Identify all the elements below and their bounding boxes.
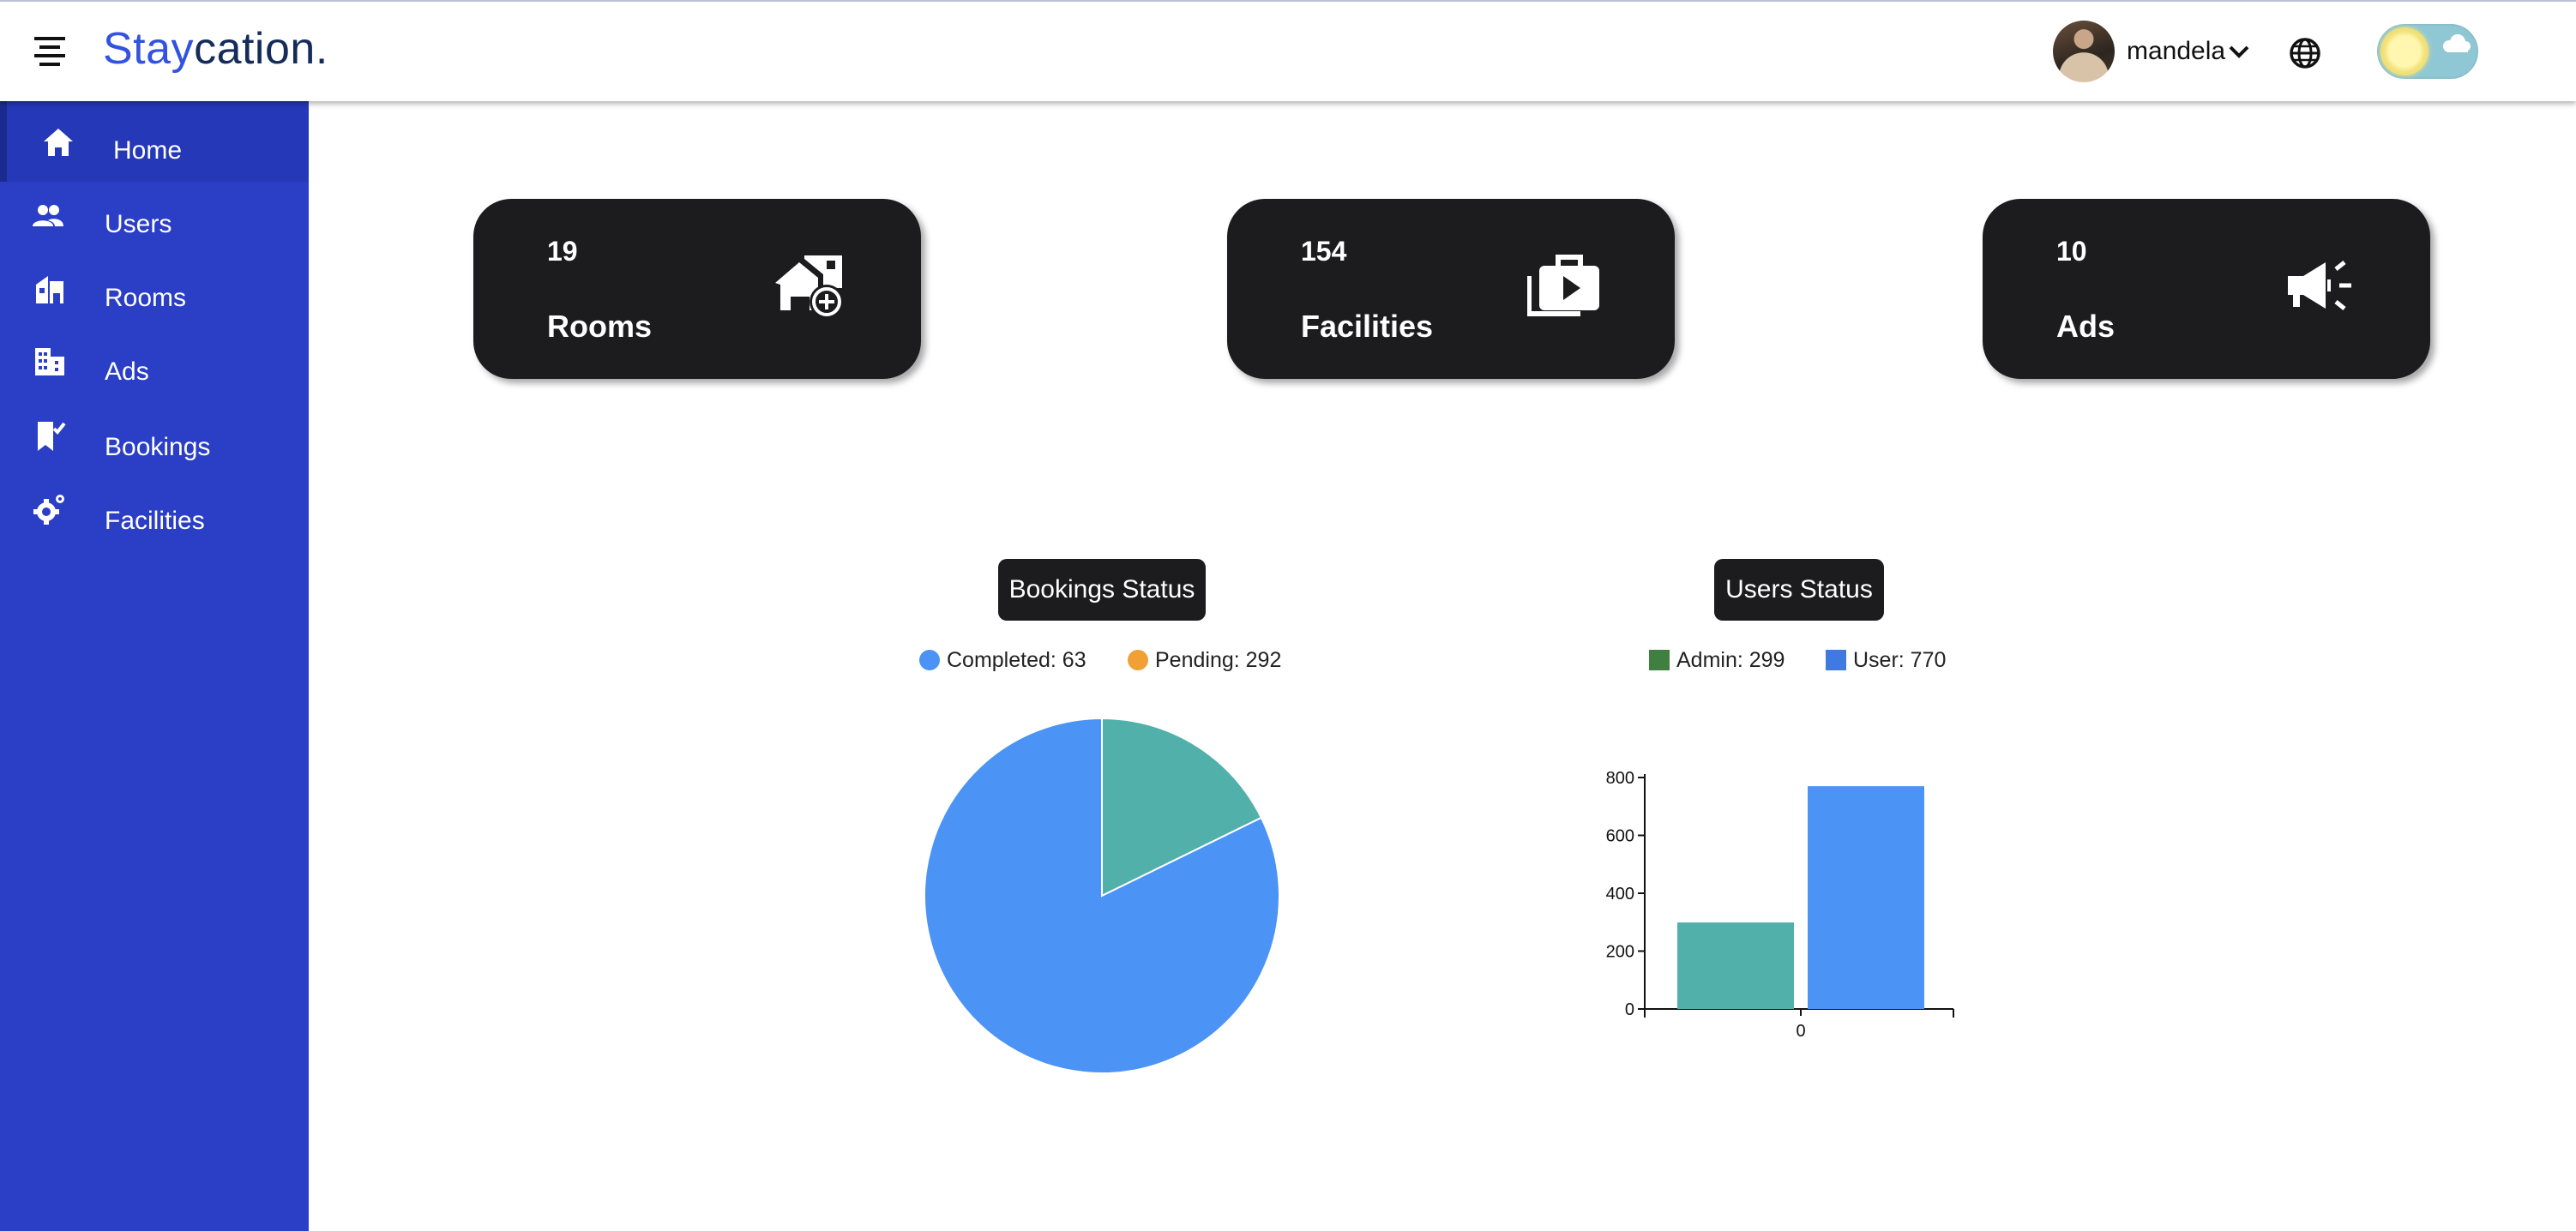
facilities-icon	[33, 495, 64, 525]
stat-card-rooms[interactable]: 19 Rooms	[473, 199, 921, 379]
users-status-title: Users Status	[1714, 559, 1884, 621]
stat-value: 154	[1301, 236, 1347, 267]
sidebar-item-label: Facilities	[105, 507, 205, 535]
bookings-pie-chart	[924, 717, 1280, 1074]
theme-toggle[interactable]	[2377, 24, 2478, 79]
sidebar: Home Users Rooms Ads Bookings Facilities	[0, 99, 309, 1231]
sidebar-item-home[interactable]: Home	[0, 99, 309, 182]
sidebar-item-facilities[interactable]: Facilities	[0, 477, 309, 559]
users-bar-chart: 0 200 400 600 800 0	[1606, 769, 1954, 1041]
bookings-status-title: Bookings Status	[998, 559, 1206, 621]
legend-completed[interactable]: Completed: 63	[919, 646, 1086, 674]
avatar[interactable]	[2053, 21, 2115, 82]
globe-icon[interactable]	[2288, 36, 2322, 70]
sidebar-item-label: Ads	[105, 357, 149, 386]
x-tick-label: 0	[1796, 1022, 1805, 1041]
cloud-icon	[2443, 34, 2471, 52]
legend-swatch	[1128, 650, 1148, 670]
legend-label: Pending: 292	[1155, 648, 1282, 672]
home-icon	[44, 129, 73, 156]
legend-swatch	[1649, 650, 1670, 670]
y-tick-label: 200	[1606, 943, 1634, 962]
legend-admin[interactable]: Admin: 299	[1649, 646, 1785, 674]
sidebar-item-label: Rooms	[105, 284, 187, 312]
sidebar-item-label: Bookings	[105, 433, 211, 461]
stat-value: 19	[547, 236, 578, 267]
brand-part1: Stay	[103, 24, 195, 74]
legend-label: User: 770	[1853, 648, 1947, 672]
y-tick-label: 800	[1606, 769, 1634, 788]
chevron-down-icon[interactable]	[2227, 41, 2251, 62]
legend-label: Admin: 299	[1676, 648, 1785, 672]
stat-label: Rooms	[547, 309, 653, 344]
y-tick-label: 400	[1606, 885, 1634, 904]
sidebar-item-rooms[interactable]: Rooms	[0, 255, 309, 338]
megaphone-icon	[2288, 261, 2351, 310]
sidebar-item-users[interactable]: Users	[0, 182, 309, 264]
username[interactable]: mandela	[2127, 34, 2225, 69]
y-tick-label: 600	[1606, 827, 1634, 846]
stat-value: 10	[2056, 236, 2087, 267]
house-add-icon	[775, 255, 844, 319]
sidebar-item-bookings[interactable]: Bookings	[0, 403, 309, 485]
legend-label: Completed: 63	[947, 648, 1086, 672]
y-tick-label: 0	[1625, 1000, 1634, 1019]
ads-icon	[35, 348, 64, 375]
stat-label: Ads	[2056, 309, 2116, 344]
legend-pending[interactable]: Pending: 292	[1128, 646, 1281, 674]
top-bar: Staycation. mandela	[0, 0, 2576, 101]
sun-icon	[2380, 27, 2429, 75]
briefcase-play-icon	[1527, 255, 1599, 316]
stat-label: Facilities	[1301, 309, 1434, 344]
rooms-icon	[36, 276, 63, 303]
brand-part2: cation.	[194, 24, 328, 74]
stat-card-ads[interactable]: 10 Ads	[1983, 199, 2430, 379]
users-icon	[33, 205, 63, 226]
menu-icon[interactable]	[33, 36, 67, 67]
sidebar-item-label: Home	[113, 136, 183, 165]
bar-admin[interactable]	[1677, 922, 1794, 1009]
bookings-icon	[38, 422, 66, 451]
legend-swatch	[919, 650, 940, 670]
sidebar-item-ads[interactable]: Ads	[0, 329, 309, 411]
legend-swatch	[1826, 650, 1846, 670]
legend-user[interactable]: User: 770	[1826, 646, 1946, 674]
sidebar-item-label: Users	[105, 210, 172, 238]
stat-card-facilities[interactable]: 154 Facilities	[1227, 199, 1675, 379]
bar-user[interactable]	[1808, 786, 1924, 1009]
brand-logo[interactable]: Staycation.	[103, 19, 328, 79]
